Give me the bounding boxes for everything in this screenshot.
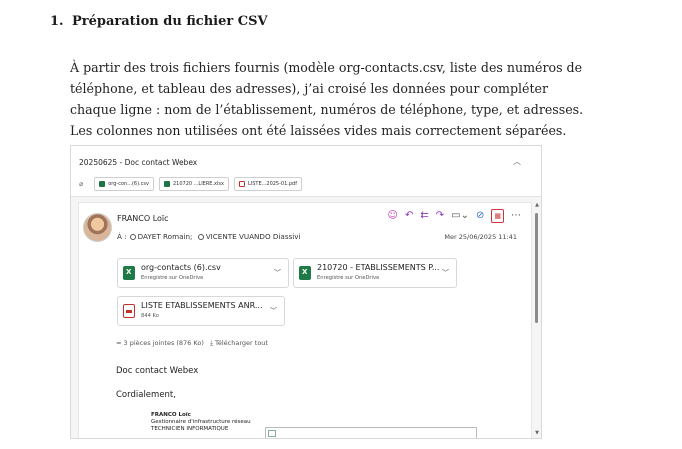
collapse-icon[interactable]: ≈ <box>116 339 121 347</box>
attachment-name: 210720 - ETABLISSEMENTS P... <box>317 263 440 272</box>
recipient[interactable]: VICENTE VUANDO Diassivi <box>206 232 301 241</box>
email-screenshot: 20250625 - Doc contact Webex ︿ ⌀ org-con… <box>70 145 542 439</box>
recipient[interactable]: DAYET Romain; <box>138 232 193 241</box>
email-subject: 20250625 - Doc contact Webex <box>79 158 198 167</box>
attachments-summary: ≈ 3 pièces jointes (876 Ko) ⤓ Télécharge… <box>116 339 268 348</box>
link-icon[interactable]: ⊘ <box>476 210 484 222</box>
paragraph-line: chaque ligne : nom de l’établissement, n… <box>70 102 584 117</box>
chevron-down-icon[interactable]: ﹀ <box>442 268 449 278</box>
attachment-info: Enregistré sur OneDrive <box>141 275 204 281</box>
paragraph-line: Les colonnes non utilisées ont été laiss… <box>70 123 567 138</box>
scrollbar[interactable] <box>535 208 538 423</box>
section-heading: 1. Préparation du fichier CSV <box>50 14 268 29</box>
signature-image <box>265 427 477 438</box>
subject-bar: 20250625 - Doc contact Webex ︿ ⌀ org-con… <box>71 146 541 197</box>
download-all-link[interactable]: Télécharger tout <box>215 339 268 347</box>
attachment-card[interactable]: org-contacts (6).csv Enregistré sur OneD… <box>117 258 289 288</box>
attachment-name: org-contacts (6).csv <box>141 263 221 272</box>
download-icon[interactable]: ⤓ <box>210 339 213 347</box>
grid-icon[interactable]: ▦ <box>491 209 504 223</box>
section-title: Préparation du fichier CSV <box>72 14 268 29</box>
reply-all-icon[interactable]: ⇇ <box>420 210 428 222</box>
pdf-icon <box>238 181 245 187</box>
email-body-line: Cordialement, <box>116 390 176 400</box>
apps-icon[interactable]: ▭⌄ <box>451 210 469 222</box>
chevron-up-icon[interactable]: ︿ <box>513 156 521 167</box>
signature-role: Gestionnaire d'infrastructure réseau <box>151 419 251 425</box>
attachment-card[interactable]: LISTE ETABLISSEMENTS ANR... 844 Ko ﹀ <box>117 296 285 326</box>
section-paragraph: À partir des trois fichiers fournis (mod… <box>70 57 670 141</box>
avatar[interactable] <box>83 213 112 242</box>
attachments-count: 3 pièces jointes (876 Ko) <box>123 339 204 347</box>
excel-icon <box>123 266 135 280</box>
attachment-chip-label: LISTE...2025-01.pdf <box>247 181 297 187</box>
paragraph-line: téléphone, et tableau des adresses), j’a… <box>70 81 549 96</box>
attachment-chip-label: org-con...(6).csv <box>108 181 149 187</box>
signature-name: FRANCO Loïc <box>151 412 191 418</box>
attachment-chip[interactable]: org-con...(6).csv <box>94 177 154 191</box>
sender-name[interactable]: FRANCO Loïc <box>117 214 169 223</box>
signature-title: TECHNICIEN INFORMATIQUE <box>151 426 229 432</box>
to-label: À : <box>117 232 127 241</box>
pdf-icon <box>123 304 135 318</box>
attachment-strip: ⌀ org-con...(6).csv 210720 ...LIERE.xlsx… <box>79 177 302 191</box>
attachment-card[interactable]: 210720 - ETABLISSEMENTS P... Enregistré … <box>293 258 457 288</box>
email-date: Mer 25/06/2025 11:41 <box>444 233 517 241</box>
scroll-thumb[interactable] <box>535 213 538 323</box>
reply-icon[interactable]: ↶ <box>405 210 413 222</box>
presence-icon <box>129 234 136 240</box>
more-icon[interactable]: ⋯ <box>511 210 521 222</box>
forward-icon[interactable]: ↷ <box>436 210 444 222</box>
excel-icon <box>163 181 170 187</box>
attachment-chip[interactable]: LISTE...2025-01.pdf <box>233 177 302 191</box>
section-number: 1. <box>50 14 64 29</box>
email-message: FRANCO Loïc À : DAYET Romain; VICENTE VUA… <box>78 202 532 438</box>
recipients: À : DAYET Romain; VICENTE VUANDO Diassivi <box>117 232 301 241</box>
presence-icon <box>197 234 204 240</box>
attachment-chip[interactable]: 210720 ...LIERE.xlsx <box>158 177 229 191</box>
email-body-line: Doc contact Webex <box>116 366 199 376</box>
smiley-icon[interactable]: ☺ <box>388 210 398 222</box>
chevron-down-icon[interactable]: ﹀ <box>274 268 281 278</box>
attachment-info: 844 Ko <box>141 313 159 319</box>
attachment-name: LISTE ETABLISSEMENTS ANR... <box>141 301 263 310</box>
attachment-info: Enregistré sur OneDrive <box>317 275 380 281</box>
paperclip-icon: ⌀ <box>79 180 84 188</box>
excel-icon <box>299 266 311 280</box>
attachment-chip-label: 210720 ...LIERE.xlsx <box>172 181 224 187</box>
chevron-down-icon[interactable]: ﹀ <box>270 306 277 316</box>
message-actions: ☺ ↶ ⇇ ↷ ▭⌄ ⊘ ▦ ⋯ <box>388 209 521 223</box>
signature: FRANCO Loïc Gestionnaire d'infrastructur… <box>151 412 251 433</box>
paragraph-line: À partir des trois fichiers fournis (mod… <box>70 60 583 75</box>
scroll-down-icon[interactable]: ▼ <box>535 430 539 436</box>
excel-icon <box>99 181 106 187</box>
